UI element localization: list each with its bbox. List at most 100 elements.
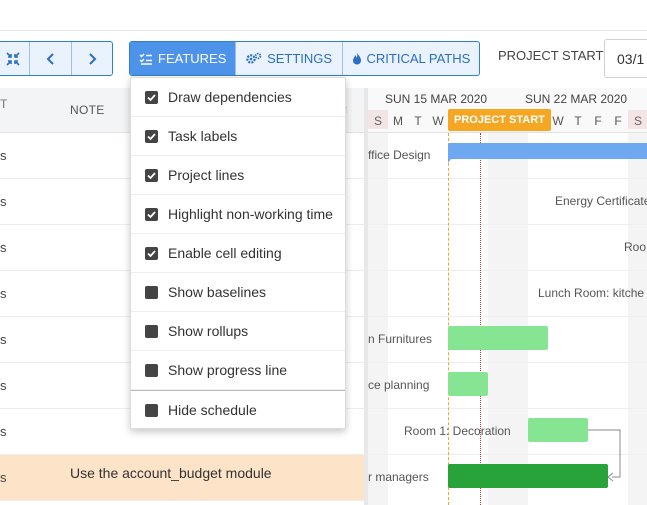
features-label: FEATURES [158, 51, 227, 66]
day-header: S [368, 110, 388, 129]
task-bar[interactable] [448, 326, 548, 350]
row-line [368, 178, 647, 179]
current-time-line [480, 133, 481, 505]
column-header-truncated: T [0, 97, 8, 111]
nonworking-time-column [628, 133, 647, 505]
menu-item-label: Project lines [168, 167, 245, 183]
checklist-icon [139, 52, 152, 65]
day-header: W [432, 114, 444, 128]
previous-button[interactable] [30, 42, 72, 75]
toolbar-divider [0, 30, 647, 31]
row-line [368, 316, 647, 317]
task-bar[interactable] [448, 143, 647, 159]
menu-item-hide-schedule[interactable]: Hide schedule [131, 390, 345, 429]
cell-name: s [0, 148, 7, 163]
cell-name: s [0, 286, 7, 301]
row-line [368, 362, 647, 363]
menu-item-label: Enable cell editing [168, 245, 282, 261]
nonworking-time-column [508, 133, 528, 505]
project-start-date-field[interactable]: 03/1 [604, 39, 647, 78]
view-button-group: FEATURES SETTINGS CRITICAL PATHS [129, 41, 480, 76]
parent-task-notch [448, 155, 454, 163]
cell-name: s [0, 332, 7, 347]
day-header: W [552, 114, 564, 128]
menu-item-show-rollups[interactable]: Show rollups [131, 312, 345, 351]
menu-item-label: Show rollups [168, 323, 249, 339]
day-header: T [574, 114, 582, 128]
task-bar[interactable] [448, 372, 488, 396]
cell-name: s [0, 378, 7, 393]
checkbox-unchecked-icon[interactable] [145, 285, 158, 299]
cogs-icon [246, 52, 262, 64]
next-button[interactable] [72, 42, 112, 75]
task-label: Roo [624, 240, 647, 254]
menu-item-show-baselines[interactable]: Show baselines [131, 273, 345, 312]
menu-item-show-progress-line[interactable]: Show progress line [131, 351, 345, 390]
project-start-line [448, 133, 449, 505]
menu-item-highlight-non-working-time[interactable]: Highlight non-working time [131, 195, 345, 234]
week-header: SUN 22 MAR 2020 [525, 92, 628, 106]
week-header: SUN 15 MAR 2020 [385, 92, 488, 106]
checkbox-unchecked-icon[interactable] [145, 403, 158, 417]
collapse-arrows-icon [6, 51, 20, 66]
task-label: r managers [368, 470, 429, 484]
task-bar-selected[interactable] [448, 464, 608, 488]
settings-label: SETTINGS [267, 51, 333, 66]
chevron-right-icon [89, 52, 97, 65]
checkbox-checked-icon[interactable] [145, 207, 158, 221]
project-start-tag: PROJECT START [448, 109, 551, 131]
checkbox-checked-icon[interactable] [145, 168, 158, 182]
critical-paths-button[interactable]: CRITICAL PATHS [343, 42, 479, 75]
nonworking-time-column [368, 133, 388, 505]
menu-item-label: Highlight non-working time [168, 206, 333, 222]
cell-note[interactable]: Use the account_budget module [70, 465, 272, 481]
row-line [368, 270, 647, 271]
day-header: F [594, 114, 602, 128]
task-label: ffice Design [368, 148, 431, 162]
day-header: S [628, 110, 647, 129]
cell-name: s [0, 470, 7, 485]
zoom-to-fit-button[interactable] [0, 42, 31, 75]
checkbox-unchecked-icon[interactable] [145, 363, 158, 377]
checkbox-checked-icon[interactable] [145, 246, 158, 260]
features-button[interactable]: FEATURES [130, 42, 237, 75]
navigation-button-group [0, 41, 113, 76]
menu-item-label: Show baselines [168, 284, 267, 300]
schedule-area[interactable]: ffice Design Energy Certificate Roo Lunc… [368, 133, 647, 505]
task-label: n Furnitures [368, 332, 433, 346]
cell-name: s [0, 194, 7, 209]
day-header: T [414, 114, 422, 128]
features-menu: Draw dependencies Task labels Project li… [130, 77, 346, 429]
task-label: Lunch Room: kitche [538, 286, 645, 300]
critical-paths-label: CRITICAL PATHS [366, 51, 471, 66]
menu-item-label: Draw dependencies [168, 89, 292, 105]
menu-item-enable-cell-editing[interactable]: Enable cell editing [131, 234, 345, 273]
nonworking-time-column [488, 133, 508, 505]
cell-name: s [0, 240, 7, 255]
day-header: M [393, 114, 403, 128]
menu-item-draw-dependencies[interactable]: Draw dependencies [131, 78, 345, 117]
settings-button[interactable]: SETTINGS [236, 42, 343, 75]
task-bar[interactable] [528, 418, 588, 442]
checkbox-checked-icon[interactable] [145, 90, 158, 104]
menu-item-label: Task labels [168, 128, 238, 144]
task-label: Room 1: Decoration [404, 424, 511, 438]
menu-item-label: Show progress line [168, 362, 288, 378]
grid-row-selected[interactable]: s Use the account_budget module [0, 455, 364, 501]
task-label: ce planning [368, 378, 430, 392]
column-header-note[interactable]: NOTE [70, 103, 105, 117]
fire-icon [352, 52, 361, 65]
project-start-date-value: 03/1 [617, 51, 645, 67]
menu-item-project-lines[interactable]: Project lines [131, 156, 345, 195]
checkbox-unchecked-icon[interactable] [145, 324, 158, 338]
row-line [368, 408, 647, 409]
chevron-left-icon [46, 52, 54, 65]
menu-item-label: Hide schedule [168, 402, 257, 418]
project-start-label: PROJECT START [498, 48, 604, 63]
checkbox-checked-icon[interactable] [145, 129, 158, 143]
menu-item-task-labels[interactable]: Task labels [131, 117, 345, 156]
row-line [368, 224, 647, 225]
day-header: F [614, 114, 622, 128]
cell-name: s [0, 424, 7, 439]
task-label: Energy Certificate [555, 194, 647, 208]
